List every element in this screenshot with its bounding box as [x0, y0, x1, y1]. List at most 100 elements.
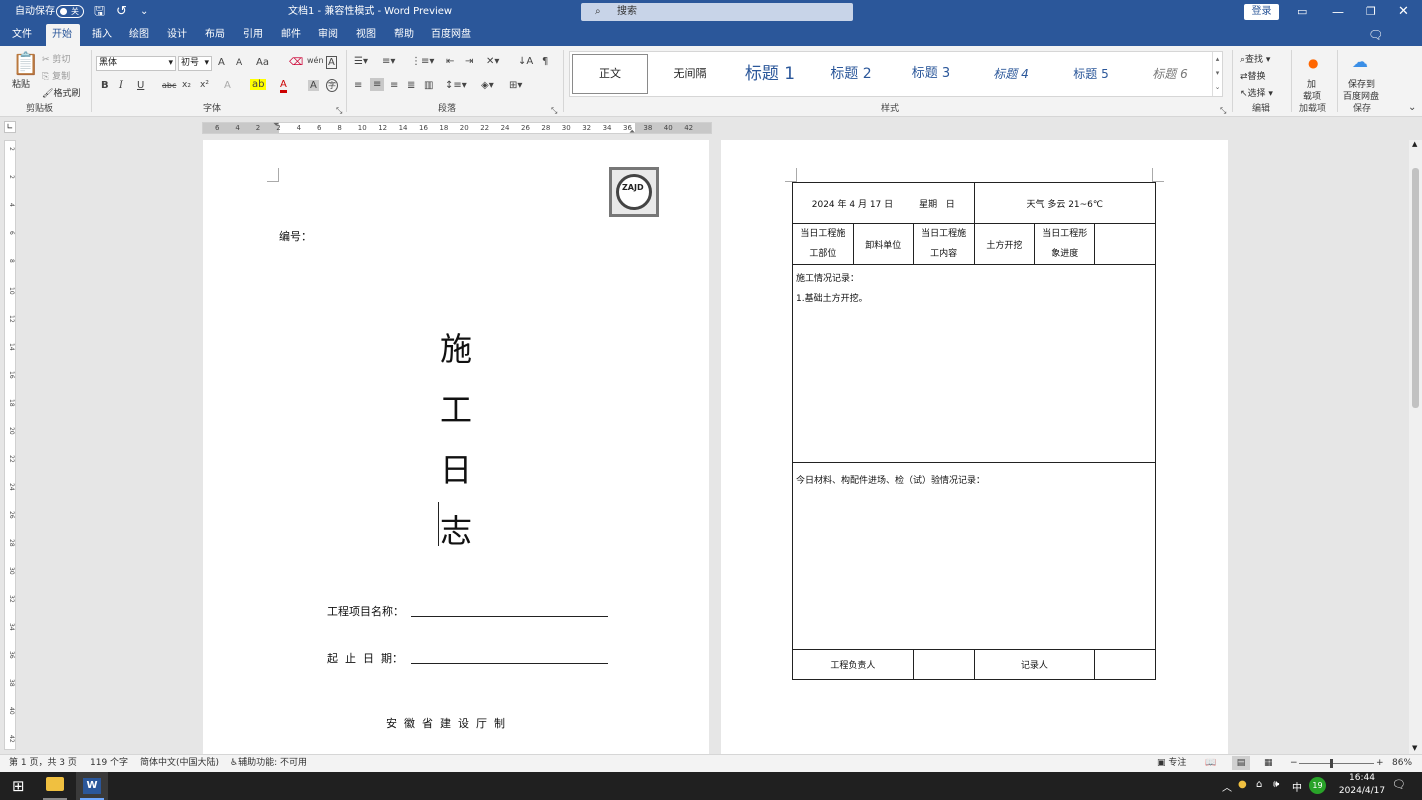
search-input[interactable]: ⌕ 搜索: [581, 3, 853, 21]
change-case-button[interactable]: Aa: [256, 57, 269, 68]
tray-app-icon[interactable]: ●: [1238, 779, 1247, 790]
style-heading2[interactable]: 标题 2: [812, 52, 890, 96]
style-normal[interactable]: 正文: [572, 54, 648, 94]
scroll-down-icon[interactable]: ▼: [1412, 744, 1417, 752]
chevron-down-icon[interactable]: ⌄: [140, 0, 148, 24]
ribbon-display-icon[interactable]: ▭: [1297, 0, 1307, 24]
tab-references[interactable]: 引用: [237, 24, 269, 46]
grow-font-icon[interactable]: A: [218, 57, 225, 68]
recorder-label[interactable]: 记录人: [973, 649, 1096, 680]
style-no-spacing[interactable]: 无间隔: [652, 52, 728, 96]
tab-home[interactable]: 开始: [46, 24, 80, 46]
read-mode-icon[interactable]: 📖: [1205, 755, 1216, 772]
zoom-in-icon[interactable]: +: [1376, 755, 1384, 772]
paste-button[interactable]: 粘贴: [12, 77, 30, 90]
save-icon[interactable]: 🖫: [94, 0, 105, 24]
align-left-icon[interactable]: ≡: [354, 80, 362, 91]
clock-time[interactable]: 16:44: [1340, 773, 1384, 783]
right-indent-marker[interactable]: ⏶: [629, 127, 635, 137]
log-weather[interactable]: 天气 多云 21~6℃: [973, 182, 1156, 224]
distributed-icon[interactable]: ▥: [424, 80, 433, 91]
scroll-thumb[interactable]: [1412, 168, 1419, 408]
recorder-value[interactable]: [1094, 649, 1156, 680]
project-name-field[interactable]: [411, 616, 608, 617]
date-range-field[interactable]: [411, 663, 608, 664]
zoom-out-icon[interactable]: −: [1290, 755, 1298, 772]
select-button[interactable]: ↖选择 ▾: [1240, 86, 1273, 99]
responsible-value[interactable]: [912, 649, 975, 680]
char-border-icon[interactable]: A: [326, 56, 337, 69]
enclose-char-icon[interactable]: 字: [326, 79, 338, 92]
style-heading1[interactable]: 标题 1: [730, 52, 810, 96]
gallery-scroll[interactable]: ▴ ▾ ⌄: [1212, 52, 1222, 96]
copy-button[interactable]: ⎘ 复制: [42, 69, 70, 82]
file-explorer-icon[interactable]: [46, 777, 64, 791]
horizontal-ruler[interactable]: 6 4 2 2 4 6 8 10 12 14 16 18 20 22 24 26 28 30 32 34 36 38 40 4…: [202, 120, 712, 137]
sort-icon[interactable]: ↓A: [518, 56, 533, 67]
strikethrough-button[interactable]: abc: [162, 81, 176, 90]
addins-icon[interactable]: ●: [1308, 56, 1318, 70]
paragraph-dialog-launcher-icon[interactable]: ⤡: [551, 106, 557, 116]
zoom-slider[interactable]: [1299, 763, 1374, 764]
font-color-icon[interactable]: A: [280, 80, 287, 93]
materials-cell[interactable]: 今日材料、构配件进场、检（试）验情况记录：: [792, 462, 1156, 650]
page-count[interactable]: 第 1 页，共 3 页: [9, 755, 77, 772]
minimize-icon[interactable]: —: [1332, 0, 1344, 24]
replace-button[interactable]: ⇄替换: [1240, 69, 1266, 82]
font-size-select[interactable]: 初号 ▾: [178, 56, 212, 71]
multilevel-list-icon[interactable]: ⋮≡▾: [411, 56, 434, 67]
increase-indent-icon[interactable]: ⇥: [465, 56, 473, 67]
style-heading6[interactable]: 标题 6: [1130, 52, 1210, 96]
autosave-toggle[interactable]: 关: [56, 5, 84, 18]
zoom-level[interactable]: 86%: [1392, 755, 1412, 772]
shrink-font-icon[interactable]: A: [236, 58, 242, 68]
decrease-indent-icon[interactable]: ⇤: [446, 56, 454, 67]
tray-expand-icon[interactable]: ︿: [1222, 779, 1232, 794]
clock-date[interactable]: 2024/4/17: [1334, 786, 1390, 796]
numbering-icon[interactable]: ≡▾: [382, 56, 395, 67]
restore-icon[interactable]: ❐: [1366, 0, 1376, 24]
page-cover[interactable]: ZAJD 编号： 施 工 日 志 工程项目名称： 起 止 日 期： 安 徽 省 …: [203, 140, 709, 754]
header-cell[interactable]: 卸料单位: [852, 223, 914, 265]
ime-indicator[interactable]: 中: [1292, 779, 1302, 794]
find-button[interactable]: ⌕查找 ▾: [1240, 52, 1270, 65]
shading-icon[interactable]: ◈▾: [481, 80, 494, 91]
phonetic-guide-icon[interactable]: wén: [307, 56, 324, 65]
header-cell[interactable]: 当日工程施工内容: [912, 223, 975, 265]
subscript-button[interactable]: x₂: [182, 80, 191, 90]
tab-insert[interactable]: 插入: [86, 24, 118, 46]
highlight-icon[interactable]: ab: [250, 79, 267, 90]
page-log-table[interactable]: 2024 年 4 月 17 日 星期 日 天气 多云 21~6℃ 当日工程施工部位…: [721, 140, 1228, 754]
undo-icon[interactable]: ↺: [116, 0, 127, 24]
style-heading3[interactable]: 标题 3: [892, 52, 970, 96]
responsible-label[interactable]: 工程负责人: [792, 649, 914, 680]
login-button[interactable]: 登录: [1244, 4, 1279, 20]
bold-button[interactable]: B: [101, 80, 109, 91]
text-effects-icon[interactable]: A: [224, 80, 231, 91]
justify-icon[interactable]: ≣: [407, 80, 415, 91]
focus-mode[interactable]: ▣ 专注: [1157, 755, 1186, 772]
line-spacing-icon[interactable]: ↕≡▾: [445, 80, 467, 91]
underline-button[interactable]: U: [137, 80, 144, 91]
tab-file[interactable]: 文件: [6, 24, 38, 46]
vertical-ruler[interactable]: 2 2 4 6 8 10 12 14 16 18 20 22 24 26 28 30 32 34 36 38 40 42: [4, 140, 16, 750]
web-layout-icon[interactable]: ▦: [1264, 755, 1273, 772]
word-app-icon[interactable]: W: [83, 778, 101, 794]
style-heading4[interactable]: 标题 4: [972, 52, 1050, 96]
tab-view[interactable]: 视图: [350, 24, 382, 46]
style-heading5[interactable]: 标题 5: [1052, 52, 1130, 96]
vertical-scrollbar[interactable]: ▲ ▼: [1409, 140, 1422, 754]
scroll-up-icon[interactable]: ▲: [1412, 140, 1417, 148]
close-icon[interactable]: ✕: [1398, 0, 1409, 24]
indent-marker[interactable]: ⏷: [273, 120, 279, 130]
notifications-icon[interactable]: 🗨: [1392, 778, 1406, 791]
paste-icon[interactable]: 📋: [12, 52, 39, 77]
format-painter-button[interactable]: 🖌格式刷: [42, 86, 80, 99]
tab-review[interactable]: 审阅: [312, 24, 344, 46]
language[interactable]: 简体中文(中国大陆): [140, 755, 219, 772]
volume-icon[interactable]: 🕪: [1273, 779, 1279, 790]
header-cell[interactable]: 当日工程形象进度: [1034, 223, 1096, 265]
chinese-layout-icon[interactable]: ✕▾: [486, 56, 499, 67]
cut-button[interactable]: ✂ 剪切: [42, 52, 70, 65]
tab-draw[interactable]: 绘图: [123, 24, 155, 46]
